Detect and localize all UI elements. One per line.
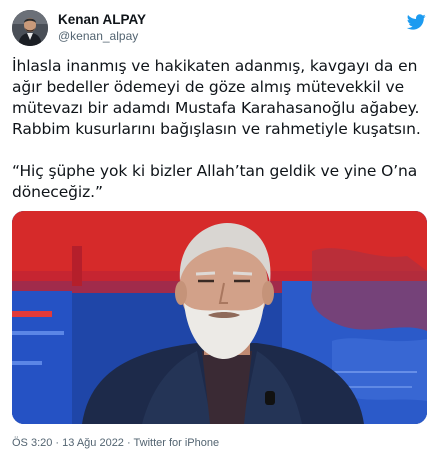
tweet-date[interactable]: 13 Ağu 2022 <box>62 437 124 449</box>
avatar[interactable] <box>12 10 48 46</box>
tweet-paragraph: İhlasla inanmış ve hakikaten adanmış, ka… <box>12 57 421 138</box>
author-names: Kenan ALPAY @kenan_alpay <box>58 11 146 44</box>
twitter-bird-icon[interactable] <box>406 12 426 32</box>
tweet-meta: ÖS 3:20 · 13 Ağu 2022 · Twitter for iPho… <box>12 436 219 450</box>
author-handle[interactable]: @kenan_alpay <box>58 28 146 44</box>
tweet-text: İhlasla inanmış ve hakikaten adanmış, ka… <box>12 56 432 203</box>
tweet-quote-paragraph: “Hiç şüphe yok ki bizler Allah’tan geldi… <box>12 162 418 201</box>
meta-separator: · <box>52 437 63 449</box>
tweet-photo[interactable] <box>12 211 427 424</box>
tweet-source[interactable]: Twitter for iPhone <box>134 437 220 449</box>
meta-separator: · <box>123 437 134 449</box>
photo-image <box>12 211 427 424</box>
tweet-header: Kenan ALPAY @kenan_alpay <box>12 10 428 46</box>
author-display-name[interactable]: Kenan ALPAY <box>58 11 146 28</box>
tweet-time[interactable]: ÖS 3:20 <box>12 437 52 449</box>
avatar-image <box>12 10 48 46</box>
